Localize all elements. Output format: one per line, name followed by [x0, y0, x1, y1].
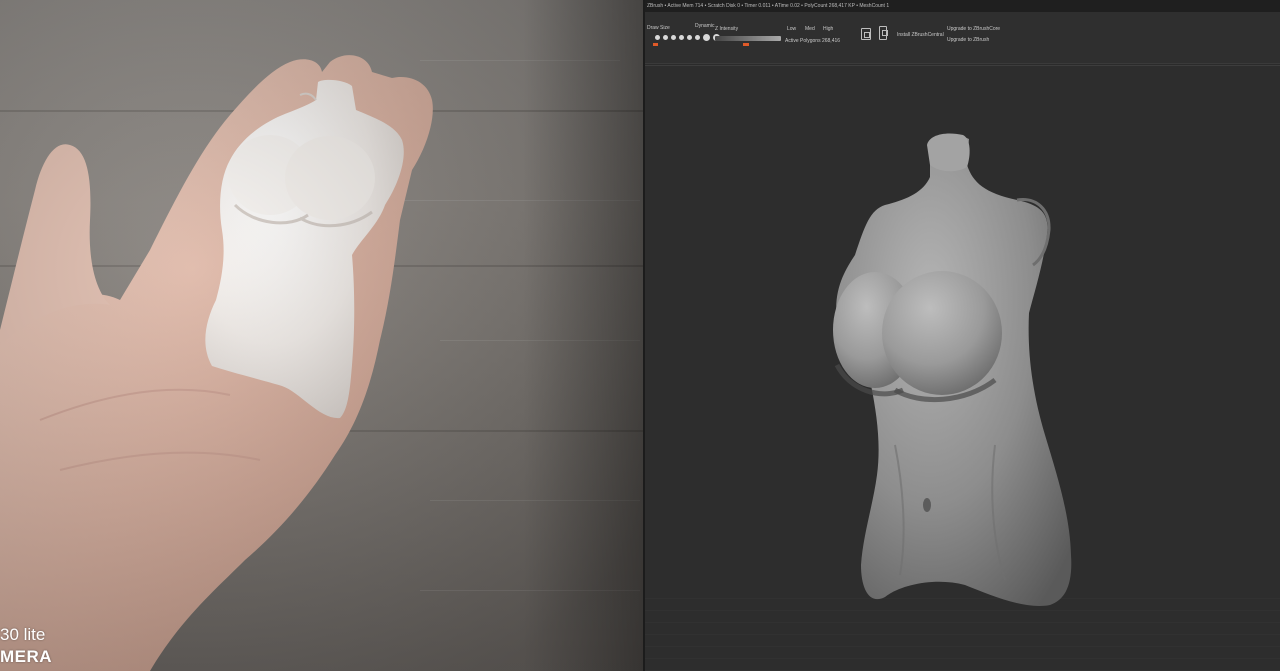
upgrade-zbrush-link[interactable]: Upgrade to ZBrush [947, 37, 989, 43]
high-button[interactable]: High [823, 26, 833, 32]
draw-size-label: Draw Size [647, 25, 670, 31]
draw-size-indicator [653, 43, 658, 46]
size-dot[interactable] [687, 35, 692, 40]
document-icon[interactable] [879, 26, 888, 40]
z-intensity-indicator [743, 43, 749, 46]
zbrushcentral-link[interactable]: Install ZBrushCentral [897, 32, 944, 38]
z-intensity-slider[interactable] [715, 36, 781, 41]
sculpting-app-window: ZBrush • Active Mem 714 • Scratch Disk 0… [645, 0, 1280, 671]
camera-watermark-brand: MERA [0, 647, 53, 666]
dynamic-label: Dynamic [695, 23, 715, 29]
app-status-bar: ZBrush • Active Mem 714 • Scratch Disk 0… [645, 0, 1280, 12]
size-dot[interactable] [679, 35, 684, 40]
breast-right [882, 271, 1002, 395]
z-intensity-label: Z Intensity [715, 26, 739, 32]
navel [923, 498, 931, 512]
size-dot[interactable] [671, 35, 676, 40]
med-button[interactable]: Med [805, 26, 815, 32]
brush-size-dots[interactable] [655, 34, 720, 41]
3d-viewport[interactable] [645, 65, 1280, 671]
size-dot[interactable] [695, 35, 700, 40]
active-polygons-readout: Active Polygons 268,416 [785, 38, 841, 44]
image-icon[interactable] [861, 28, 871, 40]
photo-panel: 30 lite MERA [0, 0, 643, 671]
app-toolbar: Draw Size Dynamic Z Intensity Low Med Hi… [645, 12, 1280, 64]
size-dot[interactable] [703, 34, 710, 41]
photo-shadow [523, 0, 643, 671]
camera-watermark-model: 30 lite [0, 625, 46, 644]
neck [927, 133, 970, 172]
size-dot[interactable] [663, 35, 668, 40]
sculpted-torso-model[interactable] [645, 65, 1280, 671]
low-button[interactable]: Low [787, 26, 796, 32]
upgrade-core-link[interactable]: Upgrade to ZBrushCore [947, 26, 1000, 32]
size-dot[interactable] [655, 35, 660, 40]
